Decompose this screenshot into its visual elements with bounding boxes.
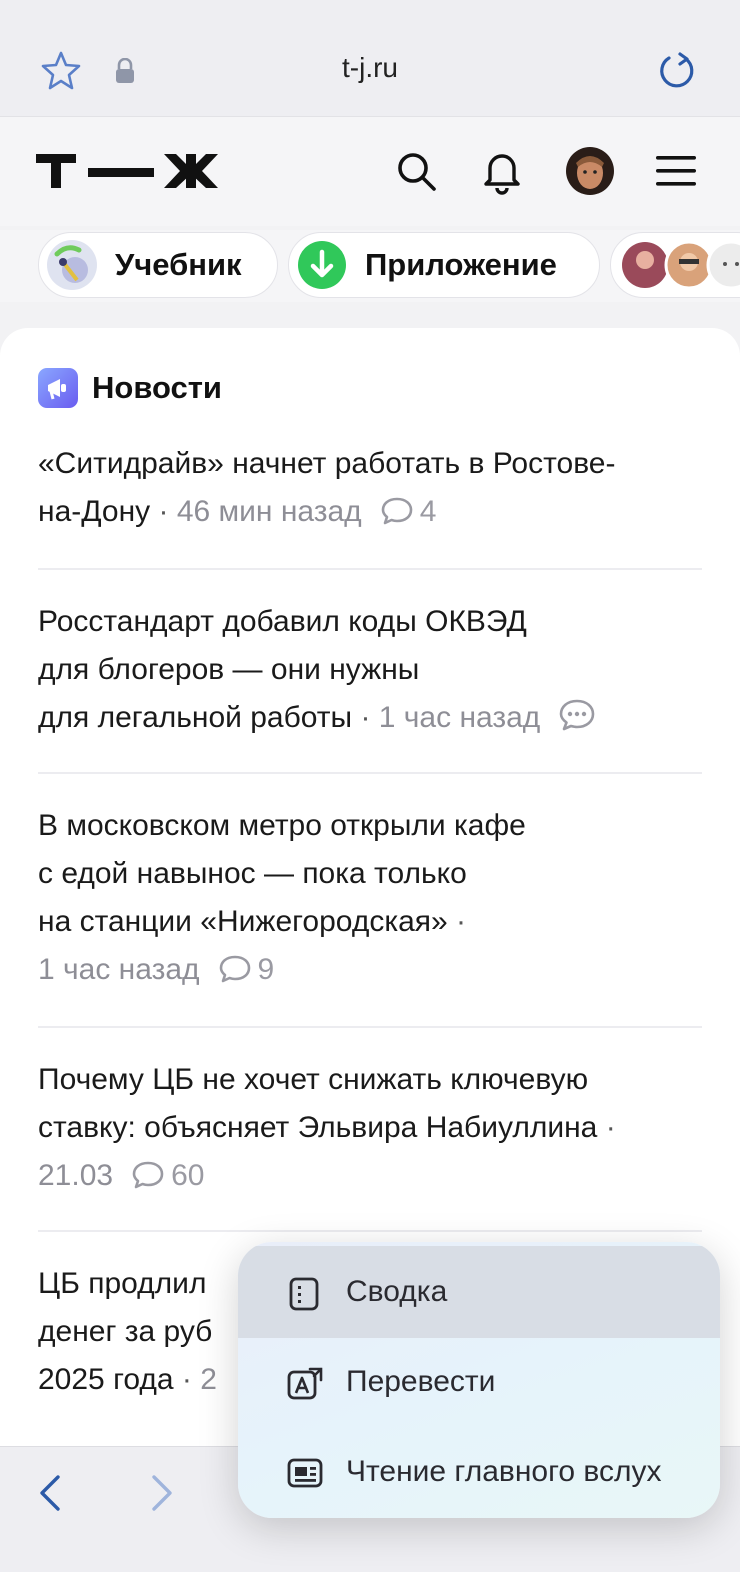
popup-item-read-aloud[interactable]: Чтение главного вслух xyxy=(238,1426,720,1518)
divider xyxy=(38,1026,702,1028)
translate-icon xyxy=(286,1366,324,1407)
summary-icon xyxy=(286,1276,322,1317)
hamburger-menu-icon[interactable] xyxy=(654,153,698,194)
news-headline-line: В московском метро открыли кафе xyxy=(38,809,526,842)
news-card-header: Новости xyxy=(38,368,222,408)
user-avatar[interactable] xyxy=(566,147,614,195)
textbook-mascot-icon xyxy=(47,240,97,290)
news-item[interactable]: Росстандарт добавил коды ОКВЭД для блоге… xyxy=(38,598,702,747)
community-avatars-icon xyxy=(622,240,740,290)
comment-count: 60 xyxy=(171,1159,205,1192)
quick-links-row: Учебник Приложение xyxy=(0,230,740,302)
comment-bubble-icon xyxy=(380,493,414,541)
news-headline-line: для легальной работы xyxy=(38,701,353,734)
chip-textbook[interactable]: Учебник xyxy=(38,232,278,298)
forward-arrow-icon[interactable] xyxy=(146,1473,176,1518)
news-headline-line: денег за руб xyxy=(38,1315,213,1348)
news-item[interactable]: Почему ЦБ не хочет снижать ключевую став… xyxy=(38,1056,702,1205)
news-headline-line: ставку: объясняет Эльвира Набиуллина xyxy=(38,1111,598,1144)
news-headline-line: на-Дону xyxy=(38,495,151,528)
news-time: 2 xyxy=(200,1363,217,1396)
news-time: 1 час назад xyxy=(378,701,541,734)
chip-app[interactable]: Приложение xyxy=(288,232,600,298)
chip-community-avatars[interactable] xyxy=(610,232,740,298)
news-headline-line: для блогеров — они нужны xyxy=(38,653,420,686)
news-headline-line: на станции «Нижегородская» xyxy=(38,905,448,938)
news-time: 1 час назад xyxy=(38,953,200,986)
popup-item-summary[interactable]: Сводка xyxy=(238,1246,720,1338)
news-headline-line: ЦБ продлил xyxy=(38,1267,207,1300)
news-time: 21.03 xyxy=(38,1159,114,1192)
comment-bubble-icon xyxy=(131,1157,165,1205)
megaphone-icon xyxy=(38,368,78,408)
news-title: Новости xyxy=(92,370,222,405)
news-item[interactable]: «Ситидрайв» начнет работать в Ростове- н… xyxy=(38,440,702,541)
popup-item-label: Сводка xyxy=(346,1275,448,1308)
comment-bubble-icon xyxy=(218,951,252,999)
back-arrow-icon[interactable] xyxy=(36,1473,66,1518)
popup-item-label: Перевести xyxy=(346,1365,496,1398)
news-headline-line: Росстандарт добавил коды ОКВЭД xyxy=(38,605,527,638)
comment-dots-icon xyxy=(558,698,596,747)
read-aloud-icon xyxy=(286,1456,324,1495)
tj-logo[interactable] xyxy=(36,152,230,197)
news-headline-line: 2025 года xyxy=(38,1363,174,1396)
popup-item-label: Чтение главного вслух xyxy=(346,1455,662,1488)
chip-textbook-label: Учебник xyxy=(115,247,242,282)
chip-app-label: Приложение xyxy=(365,247,557,282)
search-icon[interactable] xyxy=(394,149,440,200)
comment-count: 9 xyxy=(257,953,275,986)
divider xyxy=(38,568,702,570)
reload-icon[interactable] xyxy=(656,50,698,97)
url-text[interactable]: t-j.ru xyxy=(0,52,740,84)
news-headline-line: «Ситидрайв» начнет работать в Ростове- xyxy=(38,447,616,480)
comment-count: 4 xyxy=(419,495,437,528)
news-headline-line: с едой навынос — пока только xyxy=(38,857,467,890)
page-actions-popup: Сводка Перевести Чтение главного вслух xyxy=(238,1242,720,1518)
divider xyxy=(38,772,702,774)
notifications-bell-icon[interactable] xyxy=(480,147,524,200)
popup-item-translate[interactable]: Перевести xyxy=(238,1336,720,1428)
download-arrow-icon xyxy=(297,240,347,290)
site-header xyxy=(0,116,740,226)
browser-url-bar: t-j.ru xyxy=(0,0,740,116)
news-item[interactable]: В московском метро открыли кафе с едой н… xyxy=(38,802,702,999)
news-time: 46 мин назад xyxy=(176,495,362,528)
news-headline-line: Почему ЦБ не хочет снижать ключевую xyxy=(38,1063,589,1096)
divider xyxy=(38,1230,702,1232)
